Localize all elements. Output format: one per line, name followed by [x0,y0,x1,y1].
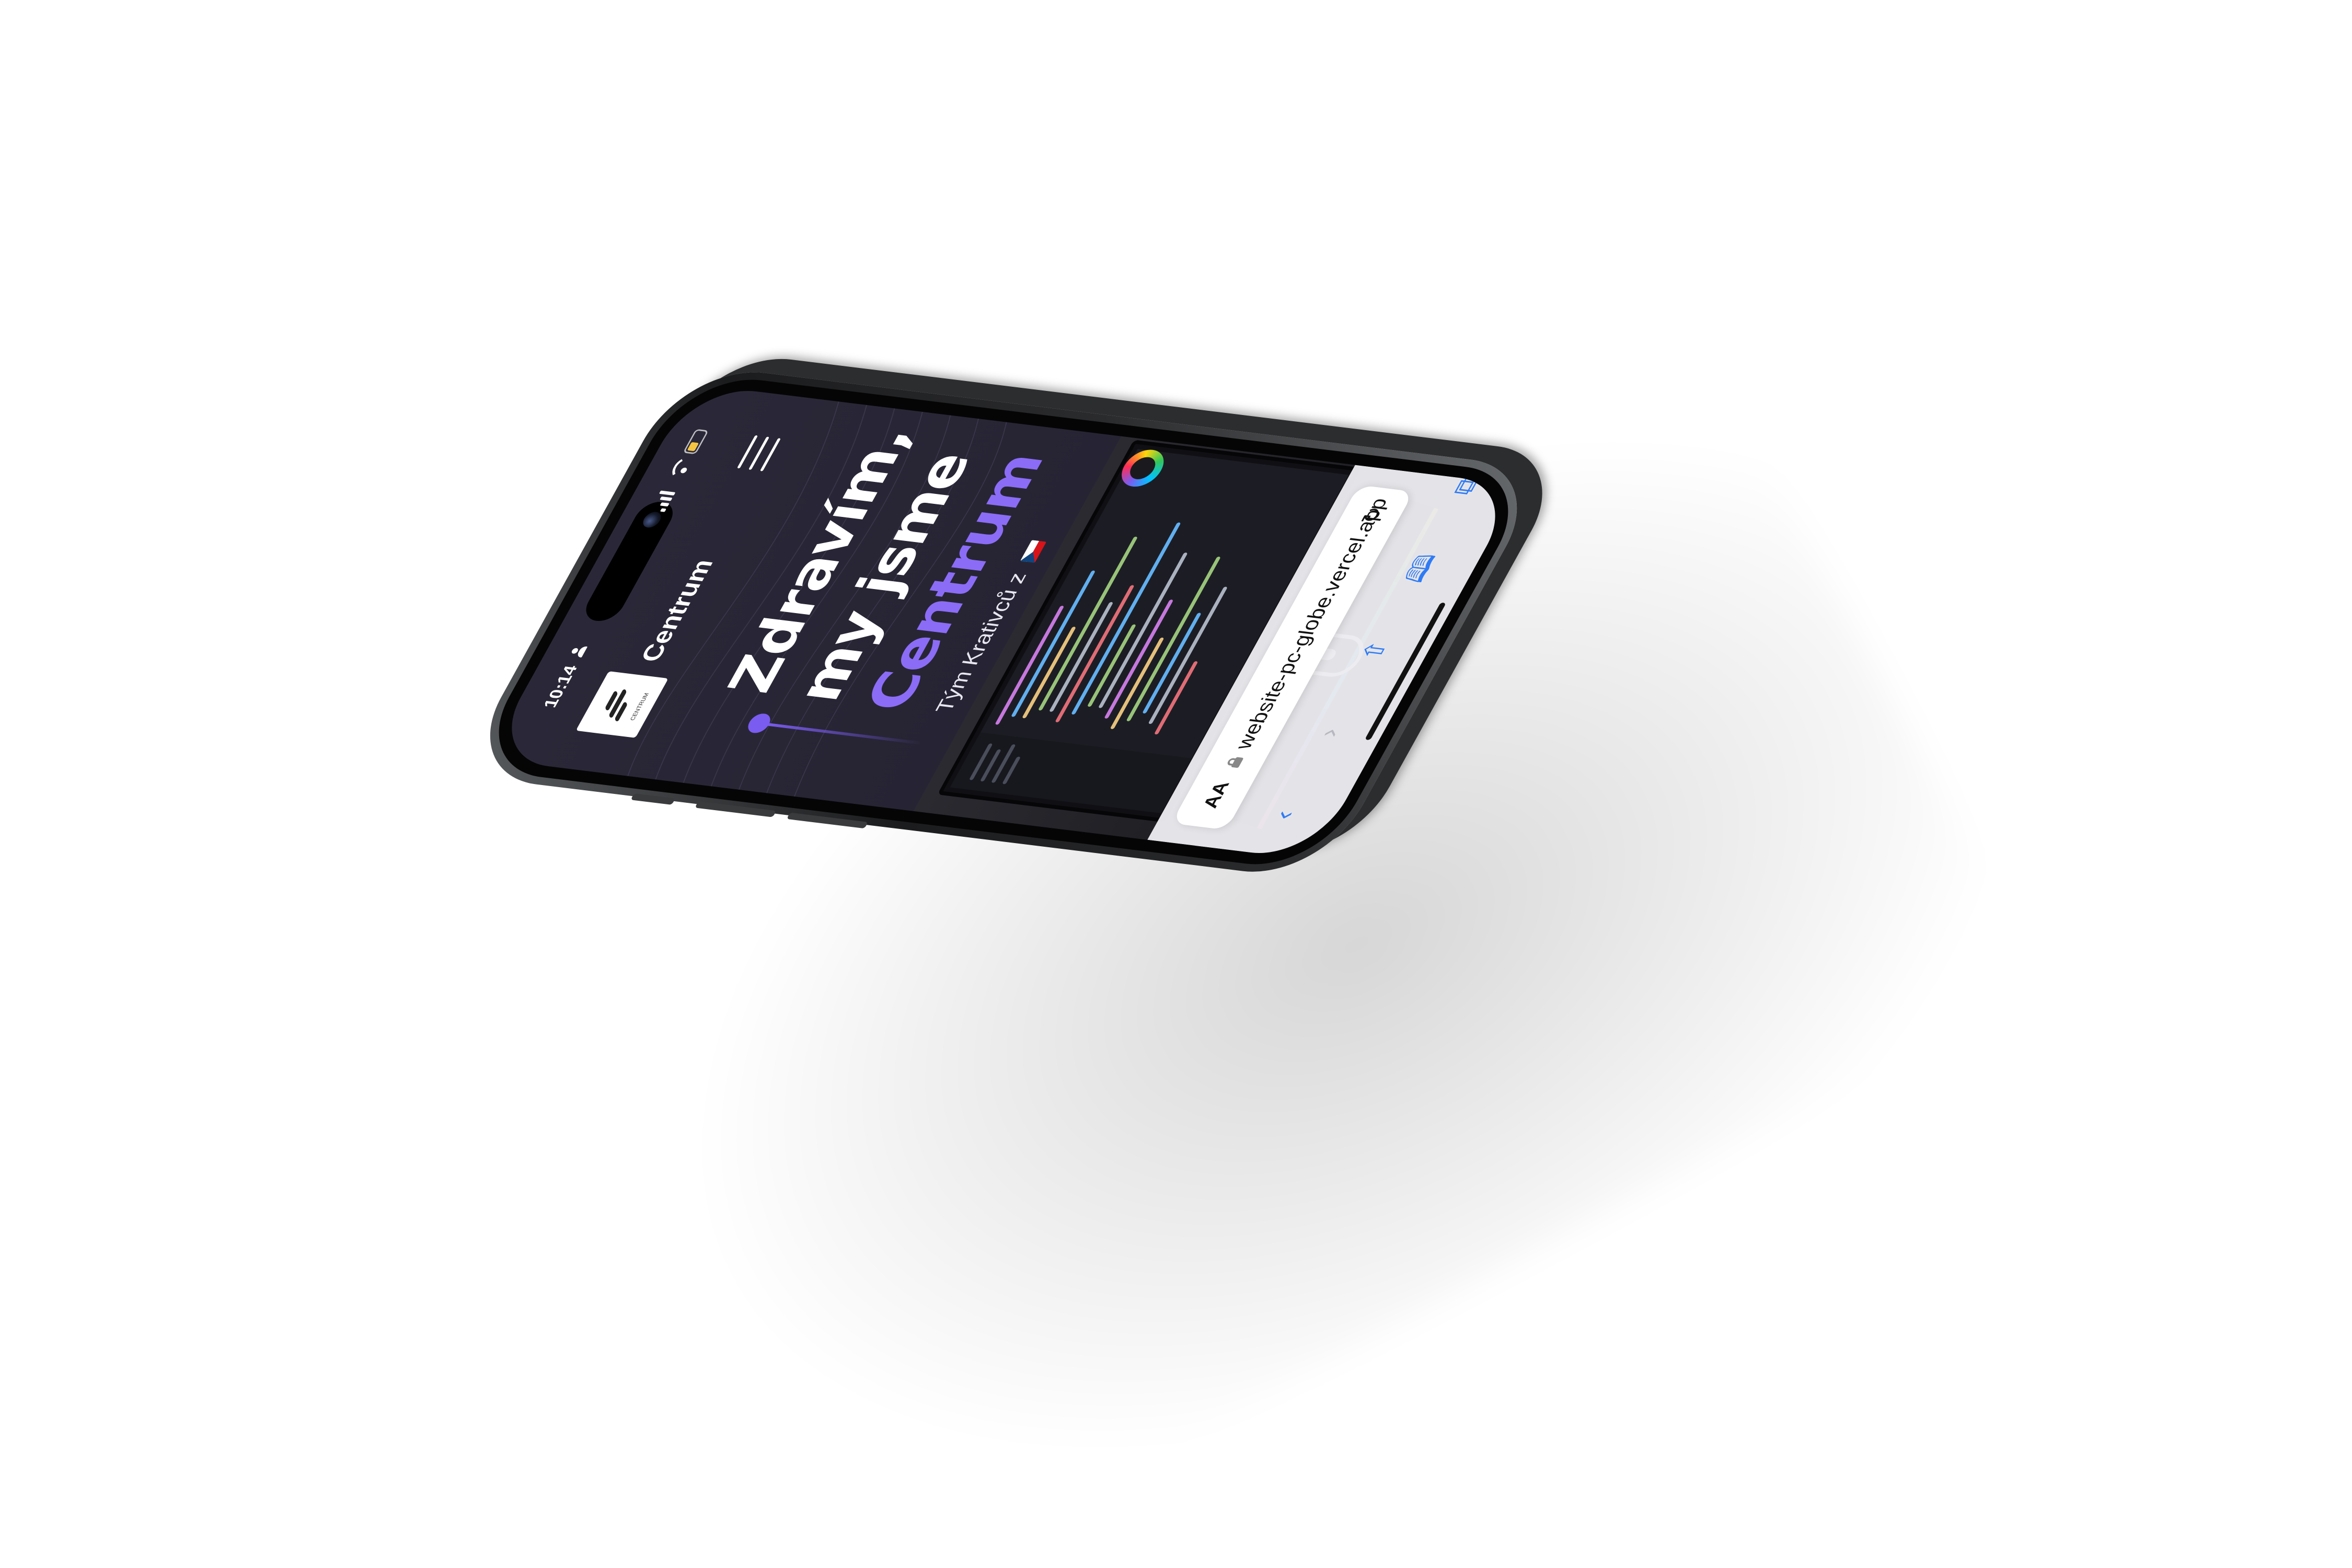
share-icon[interactable]: ⇧ [1345,628,1405,673]
person-icon [568,644,590,659]
code-line [1055,585,1135,723]
status-time: 10:14 [539,664,582,709]
action-button [630,793,676,805]
wifi-icon [667,458,694,480]
lock-icon [1225,756,1243,768]
front-camera-icon [640,511,664,529]
reload-icon[interactable]: ↻ [1356,505,1389,525]
bookmarks-icon[interactable]: 🕮 [1391,545,1450,591]
code-line [1126,556,1221,722]
forward-icon[interactable]: › [1299,710,1359,755]
battery-icon [683,429,709,455]
back-icon[interactable]: ‹ [1254,792,1313,838]
battery-level [687,442,699,452]
reader-settings-button[interactable]: AA [1199,781,1235,810]
hamburger-menu-icon[interactable] [736,435,781,471]
mockup-stage: 10:14 CENTRUM Centrum Zdravím, my jsme C… [0,0,2352,1568]
code-line [1098,552,1188,709]
signal-icon [649,487,677,512]
code-line [1148,586,1228,724]
